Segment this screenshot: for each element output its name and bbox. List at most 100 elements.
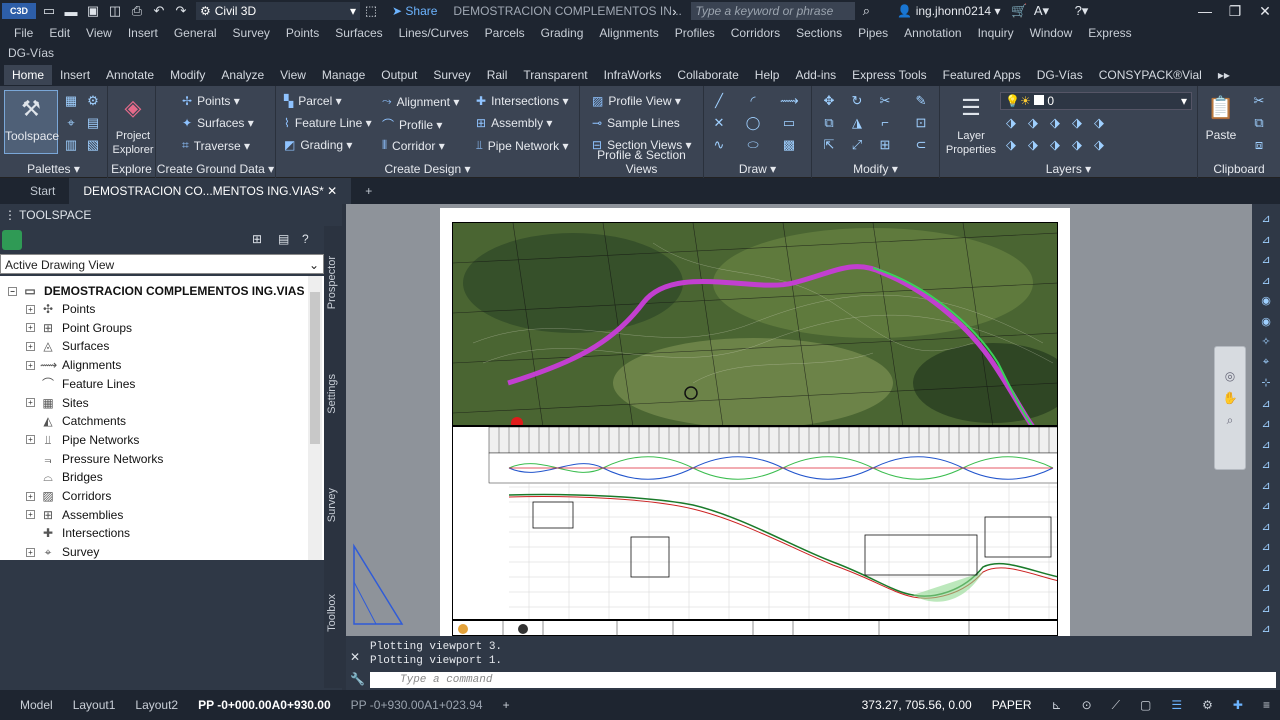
profile-button[interactable]: ⌒ Profile ▾ [382,116,442,133]
civil-tool-icon[interactable]: ◉ [1258,315,1274,331]
steering-wheel-icon[interactable]: ◎ [1215,369,1245,383]
copy-clip-icon[interactable]: ⧉ [1250,114,1268,132]
menu-item-sections[interactable]: Sections [796,26,842,40]
cut-icon[interactable]: ✂ [1250,92,1268,110]
intersections-button[interactable]: ✚ Intersections ▾ [476,94,568,108]
toolspace-tool-icon-1[interactable]: ⊞ [252,232,262,246]
toolspace-tool-icon-2[interactable]: ▤ [278,232,289,246]
restore-button[interactable]: ❐ [1220,3,1250,20]
open-icon[interactable]: ▬ [62,3,80,19]
osnap-icon[interactable]: ▢ [1130,698,1161,712]
civil-tool-icon[interactable]: ⌖ [1258,356,1274,372]
layer-tool-icon-4[interactable]: ⬗ [1068,114,1086,132]
circle-icon[interactable]: ◯ [744,114,762,132]
ribbon-tab-infraworks[interactable]: InfraWorks [596,65,670,85]
tree-item-alignments[interactable]: + ⟿ Alignments [26,356,121,374]
ellipse-icon[interactable]: ⬭ [744,136,762,154]
expand-icon[interactable]: + [26,323,35,333]
menu-item-survey[interactable]: Survey [233,26,270,40]
menu-item-inquiry[interactable]: Inquiry [978,26,1014,40]
ribbon-tab-home[interactable]: Home [4,65,53,85]
search-icon[interactable]: ⌕ [857,3,875,19]
palette-icon-1[interactable]: ▦ [62,92,80,110]
ribbon-tab-manage[interactable]: Manage [314,65,373,85]
share-button[interactable]: ➤ Share [392,4,437,18]
tree-root[interactable]: − ▭ DEMOSTRACION COMPLEMENTOS ING.VIAS [8,282,304,300]
civil-tool-icon[interactable]: ⊿ [1258,233,1274,249]
ribbon-tab-rail[interactable]: Rail [479,65,516,85]
menu-item-annotation[interactable]: Annotation [904,26,961,40]
palette-icon-4[interactable]: ▤ [84,114,102,132]
tab-active-drawing[interactable]: DEMOSTRACION CO...MENTOS ING.VIAS* ✕ [69,178,352,204]
palettes-title[interactable]: Palettes ▾ [0,162,107,176]
menu-item-points[interactable]: Points [286,26,319,40]
tree-item-assemblies[interactable]: + ⊞ Assemblies [26,506,123,524]
point-icon[interactable]: ✕ [710,114,728,132]
trim-icon[interactable]: ✂ [876,92,894,110]
scale-icon[interactable]: ⤢ [848,136,866,154]
layer-tool-icon-5[interactable]: ⬗ [1090,114,1108,132]
new-tab-button[interactable]: + [351,178,386,204]
ribbon-tab-annotate[interactable]: Annotate [98,65,162,85]
workspace-selector[interactable]: ⚙ Civil 3D ▾ [196,2,360,20]
tab-survey[interactable]: Survey [326,488,338,522]
ribbon-tab-collaborate[interactable]: Collaborate [669,65,746,85]
fillet-icon[interactable]: ⌐ [876,114,894,132]
corridor-button[interactable]: ⫴ Corridor ▾ [382,138,445,153]
tab-prospector[interactable]: Prospector [326,256,338,309]
polyline-icon[interactable]: ⟿ [780,92,799,110]
ribbon-tab-view[interactable]: View [272,65,314,85]
tab-layout-pp2[interactable]: PP -0+930.00A1+023.94 [341,698,493,712]
grid-icon[interactable]: ⊾ [1042,698,1072,712]
minimize-button[interactable]: — [1190,3,1220,19]
tab-layout2[interactable]: Layout2 [125,698,188,712]
menu-item-parcels[interactable]: Parcels [485,26,525,40]
palette-icon-3[interactable]: ⌖ [62,114,80,132]
pan-icon[interactable]: ✋ [1215,391,1245,405]
snap-icon[interactable]: ⊙ [1072,698,1102,712]
layer-tool-icon-9[interactable]: ⬗ [1068,136,1086,154]
civil-tool-icon[interactable]: ⊿ [1258,212,1274,228]
tree-item-catchments[interactable]: +◭Catchments [26,412,126,430]
points-button[interactable]: ✢ Points ▾ [182,94,240,108]
ribbon-tab-dg-v-as[interactable]: DG-Vías [1029,65,1091,85]
toolspace-button[interactable]: ⚒ Toolspace [4,90,59,154]
paste-button[interactable]: 📋 Paste [1200,90,1242,142]
civil-tool-icon[interactable]: ✧ [1258,335,1274,351]
arc-icon[interactable]: ◜ [744,92,762,110]
menu-item-file[interactable]: File [14,26,33,40]
array-icon[interactable]: ⊞ [876,136,894,154]
move-icon[interactable]: ✥ [820,92,838,110]
layer-properties-button[interactable]: ☰ Layer Properties [944,90,998,156]
user-account[interactable]: 👤 ing.jhonn0214 ▾ [897,4,1000,18]
mirror-icon[interactable]: ◮ [848,114,866,132]
layer-tool-icon-7[interactable]: ⬗ [1024,136,1042,154]
civil-tool-icon[interactable]: ⊿ [1258,520,1274,536]
help-icon[interactable]: ? [302,232,309,246]
layer-tool-icon-1[interactable]: ⬗ [1002,114,1020,132]
menu-item-lines-curves[interactable]: Lines/Curves [399,26,469,40]
palette-icon-2[interactable]: ⚙ [84,92,102,110]
menu-item-corridors[interactable]: Corridors [731,26,780,40]
search-input[interactable]: Type a keyword or phrase [691,2,856,20]
offset-icon[interactable]: ⊂ [912,136,930,154]
tree-item-feature-lines[interactable]: +⌒Feature Lines [26,375,135,393]
layer-tool-icon-10[interactable]: ⬗ [1090,136,1108,154]
layer-tool-icon-8[interactable]: ⬗ [1046,136,1064,154]
grading-button[interactable]: ◩ Grading ▾ [284,138,352,152]
layer-tool-icon-3[interactable]: ⬗ [1046,114,1064,132]
project-explorer-button[interactable]: ◈ Project Explorer [110,90,156,156]
modify-title[interactable]: Modify ▾ [812,162,939,176]
sample-lines-button[interactable]: ⊸ Sample Lines [592,116,680,130]
view-selector[interactable]: Active Drawing View ⌄ [0,254,324,274]
expand-icon[interactable]: + [26,398,35,407]
workspace-icon[interactable]: ⚙ [1192,698,1223,712]
print-icon[interactable]: ⎙ [128,3,146,19]
tree-item-surfaces[interactable]: + ◬ Surfaces [26,337,109,355]
ribbon-tab-featured-apps[interactable]: Featured Apps [935,65,1029,85]
civil-tool-icon[interactable]: ⊿ [1258,438,1274,454]
menu-item-surfaces[interactable]: Surfaces [335,26,382,40]
layer-icon[interactable]: ⬚ [362,3,380,19]
spline-icon[interactable]: ∿ [710,136,728,154]
layers-title[interactable]: Layers ▾ [940,162,1197,176]
